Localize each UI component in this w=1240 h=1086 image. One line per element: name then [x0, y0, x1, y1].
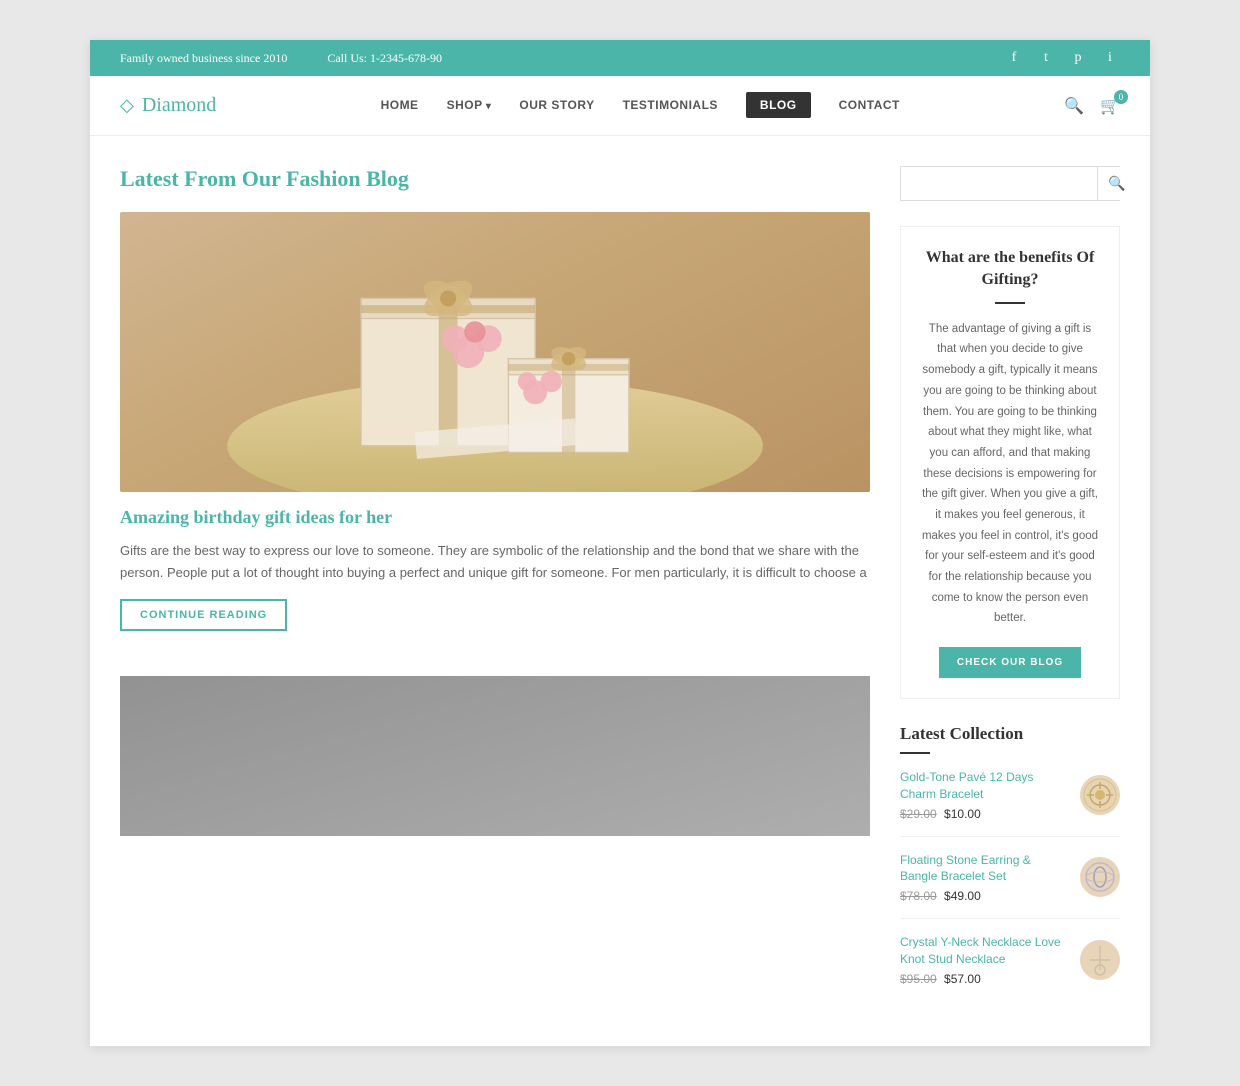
post-content-1: Amazing birthday gift ideas for her Gift… — [120, 492, 870, 646]
social-icons: f t p i — [1004, 48, 1120, 68]
nav-right: 🔍 🛒 0 — [1064, 96, 1120, 116]
collection-item-name-2[interactable]: Floating Stone Earring & Bangle Bracelet… — [900, 852, 1070, 886]
collection-price-1: $29.00 $10.00 — [900, 807, 1070, 821]
continue-reading-button[interactable]: CONTINUE READING — [120, 599, 287, 631]
post-excerpt-1: Gifts are the best way to express our lo… — [120, 540, 870, 584]
price-old-2: $78.00 — [900, 889, 937, 903]
collection-price-2: $78.00 $49.00 — [900, 889, 1070, 903]
post-image-2 — [120, 676, 870, 836]
search-input[interactable] — [901, 167, 1097, 200]
blog-post-1: Amazing birthday gift ideas for her Gift… — [120, 212, 870, 646]
logo-text: Diamond — [142, 94, 216, 117]
nav-home-link[interactable]: HOME — [381, 98, 419, 112]
collection-title: Latest Collection — [900, 724, 1120, 744]
price-old-3: $95.00 — [900, 972, 937, 986]
search-button[interactable]: 🔍 — [1097, 167, 1135, 200]
logo[interactable]: ◇ Diamond — [120, 94, 216, 117]
nav-contact[interactable]: CONTACT — [839, 98, 900, 114]
price-old-1: $29.00 — [900, 807, 937, 821]
collection-item-1: Gold-Tone Pavé 12 Days Charm Bracelet $2… — [900, 769, 1120, 837]
phone: Call Us: 1-2345-678-90 — [327, 51, 442, 66]
nav-testimonials-link[interactable]: TESTIMONIALS — [623, 98, 718, 112]
blog-post-2 — [120, 676, 870, 836]
nav-links: HOME SHOP OUR STORY TESTIMONIALS BLOG CO… — [381, 98, 900, 114]
nav-testimonials[interactable]: TESTIMONIALS — [623, 98, 718, 114]
facebook-icon[interactable]: f — [1004, 48, 1024, 68]
blog-section-title: Latest From Our Fashion Blog — [120, 166, 870, 192]
nav-blog-link[interactable]: BLOG — [746, 92, 811, 118]
collection-thumb-1 — [1080, 775, 1120, 815]
collection-price-3: $95.00 $57.00 — [900, 972, 1070, 986]
price-new-3: $57.00 — [944, 972, 981, 986]
check-blog-button[interactable]: CHECK OUR BLOG — [939, 647, 1081, 678]
nav-shop[interactable]: SHOP — [447, 98, 492, 114]
sidebar: 🔍 What are the benefits Of Gifting? The … — [900, 166, 1120, 1016]
nav-blog[interactable]: BLOG — [746, 98, 811, 114]
gifting-card-text: The advantage of giving a gift is that w… — [921, 319, 1099, 629]
gifting-card: What are the benefits Of Gifting? The ad… — [900, 226, 1120, 699]
twitter-icon[interactable]: t — [1036, 48, 1056, 68]
collection-info-3: Crystal Y-Neck Necklace Love Knot Stud N… — [900, 934, 1070, 986]
collection-item-name-3[interactable]: Crystal Y-Neck Necklace Love Knot Stud N… — [900, 934, 1070, 968]
tagline: Family owned business since 2010 — [120, 51, 287, 66]
gift-image-svg — [120, 212, 870, 492]
nav-ourstory[interactable]: OUR STORY — [519, 98, 594, 114]
nav-contact-link[interactable]: CONTACT — [839, 98, 900, 112]
gifting-card-title: What are the benefits Of Gifting? — [921, 247, 1099, 292]
collection-info-2: Floating Stone Earring & Bangle Bracelet… — [900, 852, 1070, 904]
nav-home[interactable]: HOME — [381, 98, 419, 114]
collection-thumb-3 — [1080, 940, 1120, 980]
latest-collection: Latest Collection Gold-Tone Pavé 12 Days… — [900, 724, 1120, 1001]
collection-item-3: Crystal Y-Neck Necklace Love Knot Stud N… — [900, 934, 1120, 1001]
main-nav: ◇ Diamond HOME SHOP OUR STORY TESTIMONIA… — [90, 76, 1150, 136]
cart-badge: 0 — [1114, 90, 1128, 104]
diamond-icon: ◇ — [120, 95, 134, 116]
top-bar-left: Family owned business since 2010 Call Us… — [120, 51, 442, 66]
price-new-1: $10.00 — [944, 807, 981, 821]
post2-image-svg — [120, 676, 870, 836]
price-new-2: $49.00 — [944, 889, 981, 903]
top-bar: Family owned business since 2010 Call Us… — [90, 40, 1150, 76]
collection-item-name-1[interactable]: Gold-Tone Pavé 12 Days Charm Bracelet — [900, 769, 1070, 803]
instagram-icon[interactable]: i — [1100, 48, 1120, 68]
collection-item-2: Floating Stone Earring & Bangle Bracelet… — [900, 852, 1120, 920]
title-divider — [995, 302, 1025, 304]
nav-shop-link[interactable]: SHOP — [447, 98, 492, 112]
collection-info-1: Gold-Tone Pavé 12 Days Charm Bracelet $2… — [900, 769, 1070, 821]
post-title-1[interactable]: Amazing birthday gift ideas for her — [120, 507, 870, 528]
main-content: Latest From Our Fashion Blog — [90, 136, 1150, 1046]
pinterest-icon[interactable]: p — [1068, 48, 1088, 68]
blog-section: Latest From Our Fashion Blog — [120, 166, 870, 1016]
collection-divider — [900, 752, 930, 754]
search-icon[interactable]: 🔍 — [1064, 96, 1084, 116]
sidebar-search[interactable]: 🔍 — [900, 166, 1120, 201]
collection-thumb-2 — [1080, 857, 1120, 897]
post-image-1 — [120, 212, 870, 492]
cart-icon[interactable]: 🛒 0 — [1100, 96, 1120, 116]
nav-ourstory-link[interactable]: OUR STORY — [519, 98, 594, 112]
